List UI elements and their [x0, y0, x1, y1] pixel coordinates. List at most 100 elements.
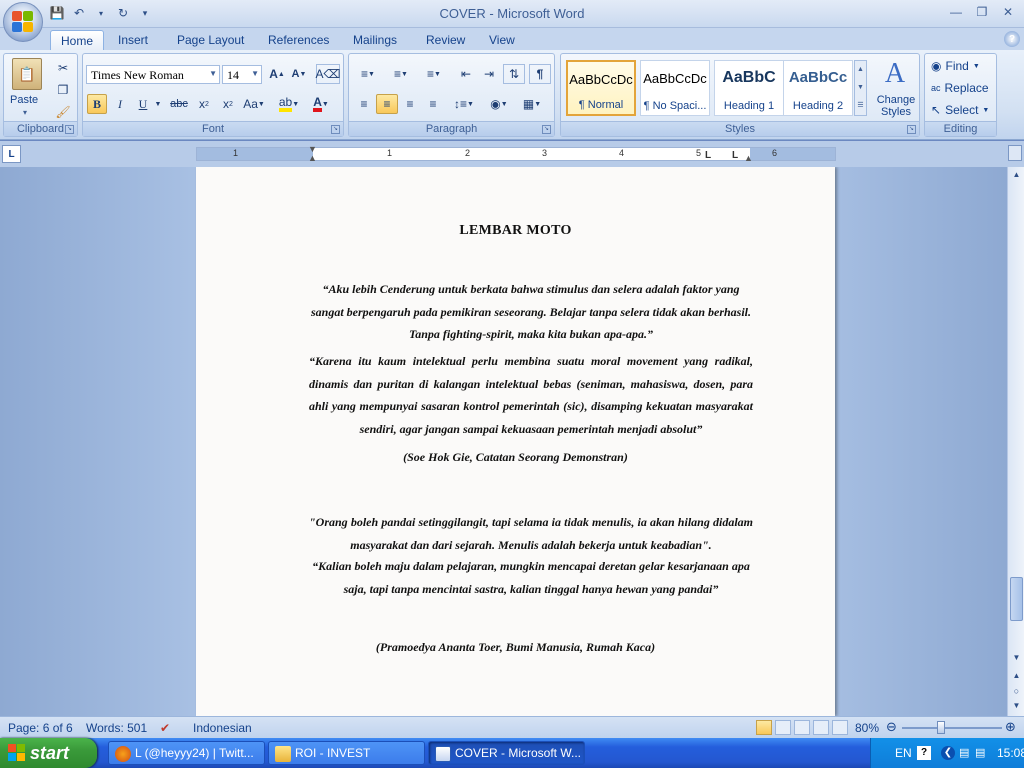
styles-launcher-icon[interactable]: ↘: [907, 125, 916, 134]
paste-button[interactable]: Paste: [10, 94, 38, 106]
format-painter-icon[interactable]: 🖌: [54, 103, 72, 121]
language-indicator[interactable]: Indonesian: [193, 721, 252, 735]
superscript-button[interactable]: x2: [217, 94, 239, 114]
draft-view-icon[interactable]: [832, 720, 848, 735]
tab-references[interactable]: References: [258, 30, 339, 50]
show-formatting-icon[interactable]: ¶: [529, 64, 551, 84]
vertical-scrollbar[interactable]: ▲ ▼ ▲ ○ ▼: [1007, 167, 1024, 716]
numbering-button[interactable]: ≡ ▼: [386, 64, 416, 84]
paste-icon[interactable]: 📋: [12, 58, 42, 90]
taskbar-item-word[interactable]: COVER - Microsoft W...: [428, 741, 585, 765]
find-button[interactable]: ◉ Find ▼: [931, 59, 980, 73]
zoom-out-icon[interactable]: ⊖: [886, 719, 897, 735]
hanging-indent-marker[interactable]: ▲: [308, 153, 317, 163]
tab-review[interactable]: Review: [416, 30, 475, 50]
bullets-button[interactable]: ≡ ▼: [353, 64, 383, 84]
font-family-select[interactable]: Times New Roman ▼: [86, 65, 220, 84]
outline-view-icon[interactable]: [813, 720, 829, 735]
network-icon-2[interactable]: ▤: [975, 746, 985, 759]
styles-gallery-scroll[interactable]: ▲ ▼ ☰: [854, 60, 867, 116]
view-ruler-icon[interactable]: [1008, 145, 1022, 161]
print-layout-view-icon[interactable]: [756, 720, 772, 735]
close-button[interactable]: ✕: [996, 3, 1020, 21]
word-count[interactable]: Words: 501: [86, 721, 147, 735]
web-layout-view-icon[interactable]: [794, 720, 810, 735]
style-heading-1[interactable]: AaBbC Heading 1: [714, 60, 784, 116]
style-heading-2[interactable]: AaBbCc Heading 2: [783, 60, 853, 116]
change-styles-button[interactable]: Change Styles: [873, 94, 919, 118]
copy-icon[interactable]: ❐: [54, 81, 72, 99]
tab-page-layout[interactable]: Page Layout: [167, 30, 254, 50]
clipboard-launcher-icon[interactable]: ↘: [65, 125, 74, 134]
start-button[interactable]: start: [0, 738, 97, 768]
scroll-down-icon[interactable]: ▼: [1009, 650, 1024, 665]
replace-button[interactable]: ac Replace: [931, 81, 989, 95]
help-tray-icon[interactable]: ?: [917, 746, 931, 760]
italic-button[interactable]: I: [110, 94, 130, 114]
next-page-icon[interactable]: ▼: [1009, 698, 1024, 713]
font-size-select[interactable]: 14 ▼: [222, 65, 262, 84]
align-center-icon[interactable]: ≡: [376, 94, 398, 114]
language-bar[interactable]: EN: [895, 746, 912, 760]
full-screen-reading-view-icon[interactable]: [775, 720, 791, 735]
style-normal[interactable]: AaBbCcDc ¶ Normal: [566, 60, 636, 116]
strikethrough-button[interactable]: abc: [167, 94, 191, 114]
tab-stop-marker[interactable]: L: [732, 150, 738, 161]
previous-page-icon[interactable]: ▲: [1009, 668, 1024, 683]
decrease-indent-icon[interactable]: ⇤: [455, 64, 477, 84]
taskbar-item-folder[interactable]: ROI - INVEST: [268, 741, 425, 765]
zoom-slider-thumb[interactable]: [937, 721, 945, 734]
select-browse-object-icon[interactable]: ○: [1009, 683, 1024, 698]
style-no-spacing[interactable]: AaBbCcDc ¶ No Spaci...: [640, 60, 710, 116]
office-button[interactable]: [3, 2, 43, 42]
zoom-slider[interactable]: [902, 727, 1002, 729]
underline-button[interactable]: U: [133, 94, 153, 114]
tab-view[interactable]: View: [479, 30, 525, 50]
cut-icon[interactable]: ✂: [54, 59, 72, 77]
network-icon[interactable]: ▤: [959, 746, 969, 759]
align-right-icon[interactable]: ≡: [399, 94, 421, 114]
font-launcher-icon[interactable]: ↘: [331, 125, 340, 134]
zoom-in-icon[interactable]: ⊕: [1005, 719, 1016, 735]
tab-insert[interactable]: Insert: [108, 30, 158, 50]
clear-formatting-icon[interactable]: A⌫: [316, 64, 341, 84]
line-spacing-button[interactable]: ↕≡ ▼: [449, 94, 479, 114]
underline-dropdown-icon[interactable]: ▼: [153, 94, 163, 114]
bold-button[interactable]: B: [87, 94, 107, 114]
page-count[interactable]: Page: 6 of 6: [8, 721, 73, 735]
tab-selector-icon[interactable]: L: [2, 145, 21, 163]
select-button[interactable]: ↖ Select ▼: [931, 103, 989, 117]
paste-dropdown-icon[interactable]: ▾: [23, 108, 27, 117]
shading-button[interactable]: ◉ ▼: [484, 94, 514, 114]
help-icon[interactable]: ?: [1004, 31, 1020, 47]
scroll-thumb[interactable]: [1010, 577, 1023, 621]
sort-icon[interactable]: ⇅: [503, 64, 525, 84]
shrink-font-button[interactable]: A ▼: [289, 64, 309, 84]
zoom-level[interactable]: 80%: [855, 721, 879, 735]
taskbar-item-firefox[interactable]: L (@heyyy24) | Twitt...: [108, 741, 265, 765]
show-hidden-icons-icon[interactable]: ❮: [941, 746, 955, 760]
align-left-icon[interactable]: ≡: [353, 94, 375, 114]
horizontal-ruler[interactable]: 1 1 2 3 4 5 6 ▼ ▲ L L ▲: [196, 144, 836, 163]
scroll-up-icon[interactable]: ▲: [1009, 167, 1024, 182]
change-styles-icon[interactable]: A: [877, 58, 913, 90]
grow-font-button[interactable]: A ▲: [267, 64, 287, 84]
restore-button[interactable]: ❐: [970, 3, 994, 21]
multilevel-list-button[interactable]: ≡ ▼: [419, 64, 449, 84]
paragraph-launcher-icon[interactable]: ↘: [542, 125, 551, 134]
clock[interactable]: 15:08: [997, 746, 1024, 760]
document-page[interactable]: LEMBAR MOTO “Aku lebih Cenderung untuk b…: [196, 167, 835, 716]
minimize-button[interactable]: —: [944, 3, 968, 21]
proofing-icon[interactable]: ✔: [160, 721, 170, 735]
change-case-button[interactable]: Aa ▼: [241, 94, 267, 114]
right-indent-marker[interactable]: ▲: [744, 153, 753, 163]
font-color-button[interactable]: A ▼: [307, 94, 335, 114]
justify-icon[interactable]: ≡: [422, 94, 444, 114]
increase-indent-icon[interactable]: ⇥: [478, 64, 500, 84]
tab-stop-marker[interactable]: L: [705, 150, 711, 161]
borders-button[interactable]: ▦ ▼: [517, 94, 547, 114]
highlight-color-button[interactable]: ab ▼: [275, 94, 303, 114]
subscript-button[interactable]: x2: [193, 94, 215, 114]
tab-home[interactable]: Home: [50, 30, 105, 50]
tab-mailings[interactable]: Mailings: [343, 30, 407, 50]
